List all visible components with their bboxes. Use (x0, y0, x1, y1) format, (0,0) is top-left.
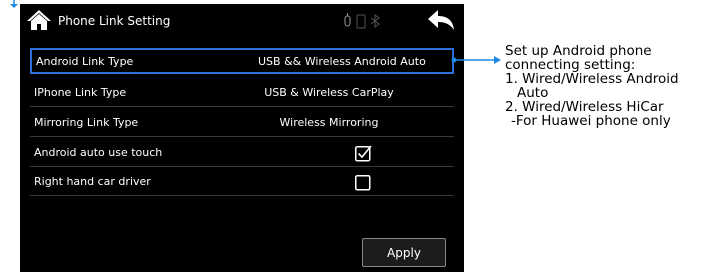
phone-battery-icon (356, 14, 366, 29)
pointer-arrow-icon (10, 0, 18, 8)
header-bar: Phone Link Setting (20, 4, 464, 38)
status-icons (344, 13, 380, 29)
row-value: USB & Wireless CarPlay (264, 86, 394, 99)
annotation-line: -For Huawei phone only (511, 113, 671, 129)
annotation-text: Set up Android phone connecting setting:… (505, 44, 712, 128)
callout-arrow-icon (451, 56, 501, 64)
usb-icon (344, 13, 351, 27)
row-label: Mirroring Link Type (34, 116, 139, 129)
head-unit-screen: Phone Link Setting Android Link Type USB… (20, 4, 464, 272)
annotation-line: connecting setting: (505, 57, 636, 73)
annotation-line: 2. Wired/Wireless HiCar (505, 99, 664, 115)
row-android-auto-touch[interactable]: Android auto use touch (30, 141, 454, 167)
home-icon[interactable] (26, 9, 52, 31)
row-label: IPhone Link Type (34, 86, 127, 99)
apply-button[interactable]: Apply (362, 238, 446, 267)
row-right-hand-driver[interactable]: Right hand car driver (30, 170, 454, 196)
page-title: Phone Link Setting (58, 14, 171, 28)
annotation-line: Auto (517, 85, 549, 101)
row-mirroring-link-type[interactable]: Mirroring Link Type Wireless Mirroring (30, 111, 454, 137)
checkbox-checked[interactable] (355, 145, 372, 162)
row-label: Android auto use touch (34, 146, 163, 159)
row-android-link-type[interactable]: Android Link Type USB && Wireless Androi… (30, 48, 454, 74)
row-value: USB && Wireless Android Auto (258, 55, 426, 68)
annotation-line: Set up Android phone (505, 43, 652, 59)
annotation-line: 1. Wired/Wireless Android (505, 71, 679, 87)
checkbox-unchecked[interactable] (355, 174, 372, 191)
back-icon[interactable] (427, 8, 455, 32)
row-label: Right hand car driver (34, 175, 151, 188)
row-iphone-link-type[interactable]: IPhone Link Type USB & Wireless CarPlay (30, 81, 454, 107)
row-value: Wireless Mirroring (279, 116, 379, 129)
bluetooth-icon (370, 14, 380, 28)
row-label: Android Link Type (36, 55, 134, 68)
